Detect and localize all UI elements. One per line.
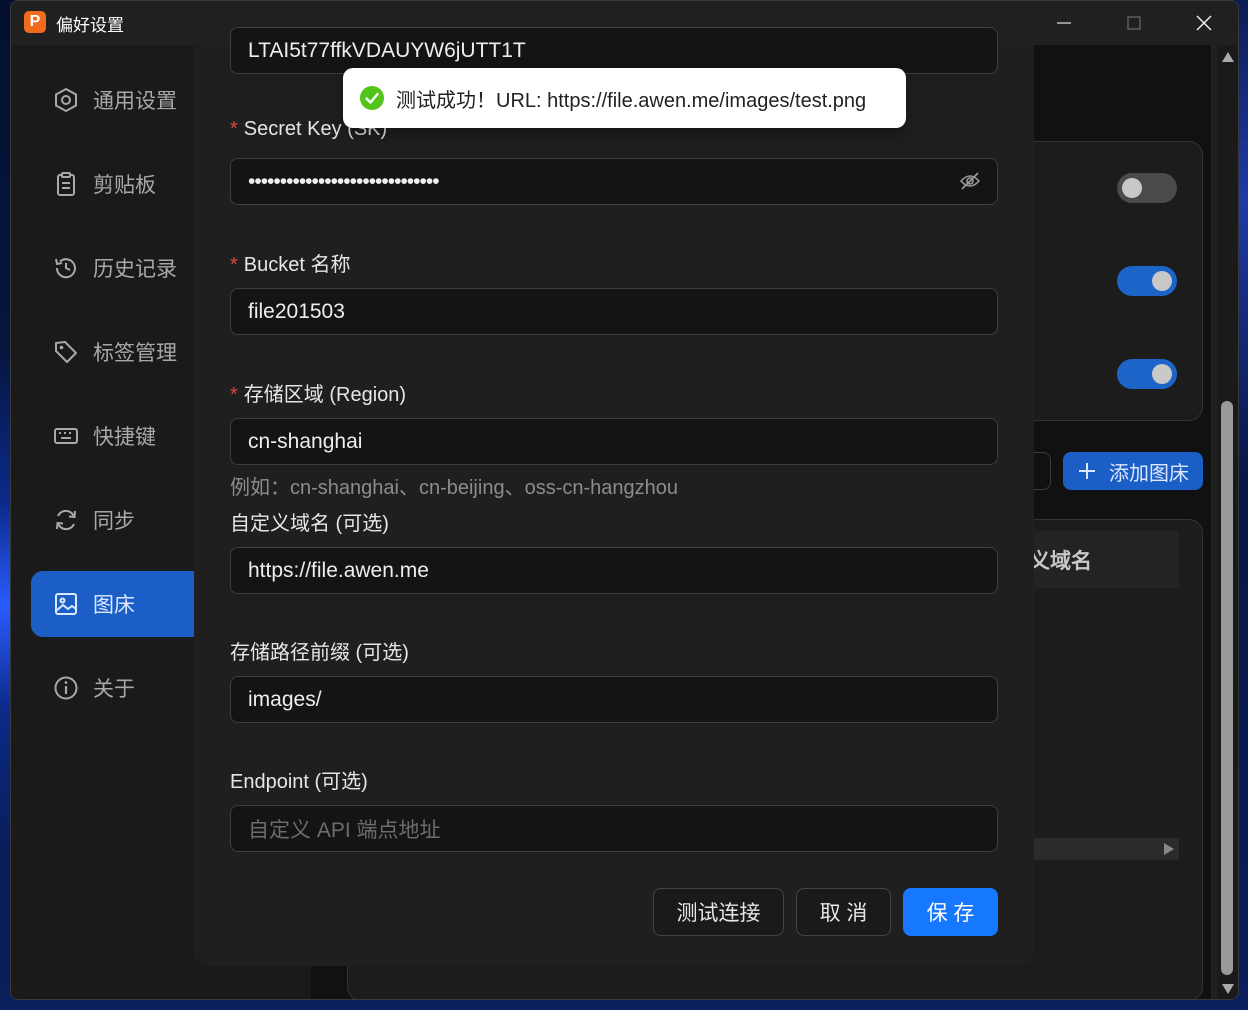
access-key-value: LTAI5t77ffkVDAUYW6jUTT1T bbox=[248, 38, 526, 62]
minimize-button[interactable] bbox=[1029, 1, 1099, 45]
scrollbar-thumb[interactable] bbox=[1221, 401, 1233, 975]
sidebar-item-label: 图床 bbox=[93, 594, 135, 617]
toggle-switch[interactable] bbox=[1117, 173, 1177, 203]
bucket-value: file201503 bbox=[248, 299, 345, 323]
keyboard-icon bbox=[54, 428, 78, 444]
required-mark: * bbox=[230, 118, 238, 140]
sidebar-item-label: 关于 bbox=[93, 678, 135, 701]
app-logo: P bbox=[24, 11, 46, 33]
toast-message: 测试成功！URL: https://file.awen.me/images/te… bbox=[396, 89, 867, 112]
sidebar-item-label: 同步 bbox=[93, 510, 135, 533]
info-icon bbox=[54, 676, 78, 700]
toggle-knob bbox=[1122, 178, 1142, 198]
access-key-input[interactable]: LTAI5t77ffkVDAUYW6jUTT1T bbox=[230, 27, 998, 74]
region-hint: 例如：cn-shanghai、cn-beijing、oss-cn-hangzho… bbox=[230, 477, 678, 499]
history-icon bbox=[55, 258, 76, 279]
path-prefix-label: 存储路径前缀 (可选) bbox=[230, 642, 409, 664]
check-circle-icon bbox=[360, 86, 384, 110]
required-mark: * bbox=[230, 254, 238, 276]
sidebar-item-label: 剪贴板 bbox=[93, 174, 156, 197]
required-mark: * bbox=[230, 384, 238, 406]
table-header-cell: 义域名 bbox=[1011, 531, 1179, 588]
secret-key-input[interactable]: •••••••••••••••••••••••••••••• bbox=[230, 158, 998, 205]
toggle-knob bbox=[1152, 271, 1172, 291]
tag-icon bbox=[55, 341, 77, 363]
test-connection-button[interactable]: 测试连接 bbox=[653, 888, 784, 936]
cancel-button[interactable]: 取 消 bbox=[796, 888, 891, 936]
clipboard-icon bbox=[57, 172, 75, 196]
close-button[interactable] bbox=[1169, 1, 1238, 45]
path-prefix-input[interactable]: images/ bbox=[230, 676, 998, 723]
custom-domain-value: https://file.awen.me bbox=[248, 558, 429, 582]
success-toast: 测试成功！URL: https://file.awen.me/images/te… bbox=[343, 68, 906, 128]
toggle-knob bbox=[1152, 364, 1172, 384]
region-label: * 存储区域 (Region) bbox=[230, 384, 407, 406]
toggle-switch[interactable] bbox=[1117, 266, 1177, 296]
endpoint-placeholder: 自定义 API 端点地址 bbox=[248, 818, 441, 842]
sidebar-item-label: 标签管理 bbox=[93, 342, 177, 365]
add-image-host-button[interactable]: 添加图床 bbox=[1063, 452, 1203, 490]
eye-off-icon[interactable] bbox=[959, 171, 981, 197]
path-prefix-value: images/ bbox=[248, 687, 322, 711]
region-input[interactable]: cn-shanghai bbox=[230, 418, 998, 465]
scroll-right-icon bbox=[1164, 843, 1174, 855]
close-icon bbox=[1196, 15, 1212, 31]
image-icon bbox=[55, 593, 77, 615]
scroll-down-icon bbox=[1222, 984, 1234, 994]
secret-key-value: •••••••••••••••••••••••••••••• bbox=[248, 169, 440, 193]
gear-icon bbox=[55, 87, 77, 113]
sidebar-item-label: 历史记录 bbox=[93, 258, 177, 281]
custom-domain-label: 自定义域名 (可选) bbox=[230, 513, 389, 535]
plus-icon bbox=[1079, 463, 1095, 479]
sidebar-item-label: 快捷键 bbox=[93, 426, 156, 449]
horizontal-scrollbar[interactable] bbox=[1011, 838, 1179, 860]
window-title: 偏好设置 bbox=[56, 16, 124, 35]
endpoint-input[interactable]: 自定义 API 端点地址 bbox=[230, 805, 998, 852]
add-button-label: 添加图床 bbox=[1109, 462, 1189, 485]
endpoint-label: Endpoint (可选) bbox=[230, 771, 368, 793]
region-value: cn-shanghai bbox=[248, 429, 363, 453]
toggle-switch[interactable] bbox=[1117, 359, 1177, 389]
save-button[interactable]: 保 存 bbox=[903, 888, 998, 936]
preferences-window: P 偏好设置 通用设置 剪贴板 历史记录 标签管理 快捷键 同步 图床 关于 添… bbox=[10, 0, 1239, 1000]
sidebar-item-label: 通用设置 bbox=[93, 90, 177, 113]
bucket-input[interactable]: file201503 bbox=[230, 288, 998, 335]
minimize-icon bbox=[1057, 22, 1071, 24]
maximize-icon bbox=[1127, 16, 1141, 30]
custom-domain-input[interactable]: https://file.awen.me bbox=[230, 547, 998, 594]
bucket-label: * Bucket 名称 bbox=[230, 254, 351, 276]
sync-icon bbox=[56, 509, 76, 531]
oss-config-dialog: LTAI5t77ffkVDAUYW6jUTT1T * Secret Key (SK… bbox=[194, 27, 1034, 966]
maximize-button[interactable] bbox=[1099, 1, 1169, 45]
scroll-up-icon bbox=[1222, 52, 1234, 62]
